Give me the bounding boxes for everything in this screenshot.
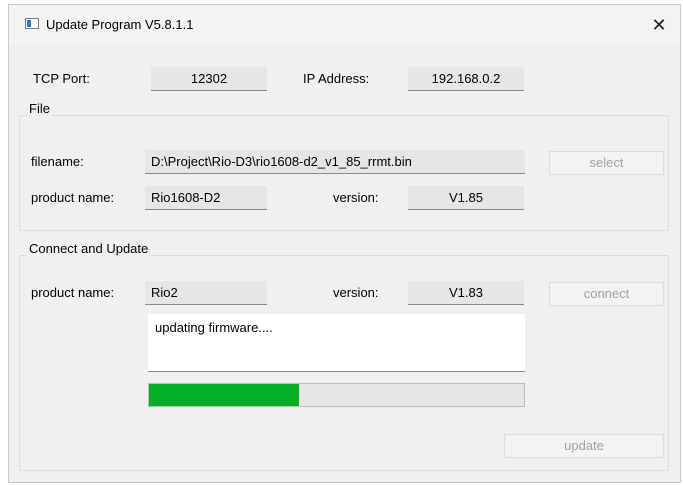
tcp-port-label: TCP Port: xyxy=(33,71,90,86)
filename-field[interactable]: D:\Project\Rio-D3\rio1608-d2_v1_85_rrmt.… xyxy=(145,150,525,174)
title-bar[interactable]: Update Program V5.8.1.1 ✕ xyxy=(9,5,680,45)
update-button[interactable]: update xyxy=(504,434,664,458)
file-product-name-label: product name: xyxy=(31,190,115,205)
file-version-field[interactable]: V1.85 xyxy=(408,186,524,210)
tcp-port-field[interactable]: 12302 xyxy=(151,67,267,91)
ip-address-field[interactable]: 192.168.0.2 xyxy=(408,67,524,91)
device-version-field[interactable]: V1.83 xyxy=(408,281,524,305)
select-button[interactable]: select xyxy=(549,151,664,175)
device-product-name-label: product name: xyxy=(31,285,115,300)
file-group-title: File xyxy=(27,101,52,116)
filename-label: filename: xyxy=(31,154,84,169)
update-program-window: Update Program V5.8.1.1 ✕ TCP Port: 1230… xyxy=(8,4,681,483)
progress-fill xyxy=(149,384,299,406)
close-button[interactable]: ✕ xyxy=(638,5,680,45)
status-log[interactable]: updating firmware.... xyxy=(148,314,525,372)
close-icon: ✕ xyxy=(651,14,667,35)
app-icon xyxy=(25,18,39,29)
device-product-name-field[interactable]: Rio2 xyxy=(145,281,267,305)
window-title: Update Program V5.8.1.1 xyxy=(46,17,194,32)
file-product-name-field[interactable]: Rio1608-D2 xyxy=(145,186,267,210)
connect-button[interactable]: connect xyxy=(549,282,664,306)
connect-update-group-title: Connect and Update xyxy=(27,241,151,256)
update-progress-bar xyxy=(148,383,525,407)
file-version-label: version: xyxy=(333,190,379,205)
device-version-label: version: xyxy=(333,285,379,300)
status-text: updating firmware.... xyxy=(155,320,273,335)
ip-address-label: IP Address: xyxy=(303,71,370,86)
